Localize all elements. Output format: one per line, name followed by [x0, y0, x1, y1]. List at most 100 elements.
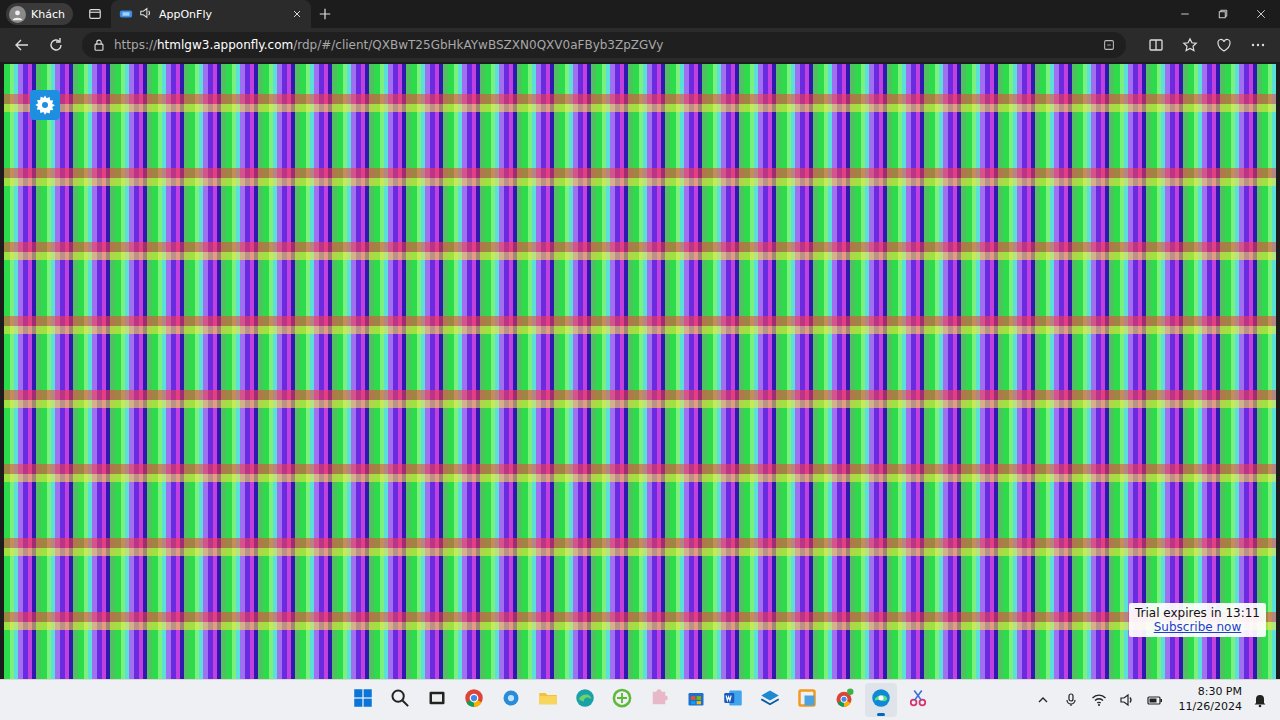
app-icon-holder: [501, 688, 521, 712]
clock[interactable]: 8:30 PM11/26/2024: [1179, 685, 1242, 715]
tab-actions-button[interactable]: [81, 2, 109, 26]
speaker-icon: [139, 6, 153, 20]
app-icon-holder: [649, 688, 669, 712]
audio-indicator[interactable]: [139, 6, 153, 23]
app-icon-holder: [834, 688, 854, 712]
battery-status[interactable]: [1145, 688, 1165, 712]
show-hidden-icons[interactable]: [1033, 688, 1053, 712]
refresh-button[interactable]: [42, 31, 70, 59]
split-screen-icon: [1148, 37, 1164, 53]
apponfly-favicon: [119, 7, 133, 21]
plus-icon: [318, 7, 332, 21]
green-app-icon: [612, 688, 632, 708]
taskbar-app[interactable]: [458, 683, 490, 717]
close-icon: [1255, 8, 1267, 20]
profile-name[interactable]: Khách: [31, 8, 65, 21]
heart-shield-icon: [1216, 37, 1232, 53]
microphone-indicator[interactable]: [1061, 688, 1081, 712]
app-icon-holder: [871, 688, 891, 712]
taskbar-app[interactable]: [643, 683, 675, 717]
close-icon[interactable]: [291, 8, 303, 20]
chrome-icon: [464, 688, 484, 708]
url-text[interactable]: https://htmlgw3.apponfly.com/rdp/#/clien…: [114, 38, 1094, 52]
app-icon-holder: [353, 688, 373, 712]
clock-time[interactable]: 8:30 PM: [1198, 685, 1242, 700]
restore-button[interactable]: [1204, 0, 1242, 28]
favorites-button[interactable]: [1176, 31, 1204, 59]
menu-button[interactable]: [1244, 31, 1272, 59]
address-field[interactable]: https://htmlgw3.apponfly.com/rdp/#/clien…: [82, 32, 1126, 58]
close-window-button[interactable]: [1242, 0, 1280, 28]
word-icon: [723, 688, 743, 708]
taskbar-app[interactable]: [421, 683, 453, 717]
system-tray: 8:30 PM11/26/2024: [960, 685, 1280, 715]
taskbar-app[interactable]: [791, 683, 823, 717]
remote-desktop-view[interactable]: Trial expires in 13:11Subscribe now: [4, 62, 1276, 679]
taskbar-app[interactable]: [902, 683, 934, 717]
edge-globe-icon: [575, 688, 595, 708]
taskbar-app[interactable]: [569, 683, 601, 717]
app-icon-holder: [760, 688, 780, 712]
puzzle-icon: [649, 688, 669, 708]
url-host[interactable]: htmlgw3.apponfly.com: [157, 38, 293, 52]
tab-title[interactable]: AppOnFly: [159, 8, 285, 21]
app-icon-holder: [686, 688, 706, 712]
taskbar-app[interactable]: [717, 683, 749, 717]
speaker-icon: [1119, 692, 1135, 708]
settings-button[interactable]: [30, 90, 60, 120]
taskbar-app[interactable]: [865, 683, 897, 717]
notifications-button[interactable]: [1250, 688, 1270, 712]
network-status[interactable]: [1089, 688, 1109, 712]
taskbar-app[interactable]: [384, 683, 416, 717]
app-icon-holder: [612, 688, 632, 712]
start-icon: [353, 688, 373, 708]
edge-icon: [871, 688, 891, 708]
volume-control[interactable]: [1117, 688, 1137, 712]
back-button[interactable]: [8, 31, 36, 59]
url-scheme[interactable]: https://: [114, 38, 157, 52]
browser-essentials-button[interactable]: [1210, 31, 1238, 59]
app-available-icon[interactable]: [1102, 38, 1116, 52]
taskbar-app[interactable]: [828, 683, 860, 717]
minimize-icon: [1179, 8, 1191, 20]
address-bar-row: https://htmlgw3.apponfly.com/rdp/#/clien…: [0, 28, 1280, 62]
search-icon: [390, 688, 410, 708]
store-icon: [686, 688, 706, 708]
battery-icon: [1147, 692, 1163, 708]
bell-icon: [1252, 692, 1268, 708]
taskbar-app[interactable]: [495, 683, 527, 717]
new-tab-button[interactable]: [311, 2, 339, 26]
split-screen-button[interactable]: [1142, 31, 1170, 59]
browser-tab[interactable]: AppOnFly: [111, 0, 311, 28]
profile-button[interactable]: Khách: [6, 3, 73, 25]
star-icon: [1182, 37, 1198, 53]
app-icon-holder: [797, 688, 817, 712]
app-icon-holder: [390, 688, 410, 712]
orange-app-icon: [797, 688, 817, 708]
blue-app-icon: [501, 688, 521, 708]
back-arrow-icon: [14, 37, 30, 53]
taskbar-app[interactable]: [347, 683, 379, 717]
trial-text: Trial expires in 13:11: [1135, 606, 1260, 620]
window-controls: [1166, 0, 1280, 28]
taskbar-app[interactable]: [754, 683, 786, 717]
taskbar-app[interactable]: [606, 683, 638, 717]
layers-icon: [760, 688, 780, 708]
microphone-icon: [1063, 692, 1079, 708]
taskbar-app[interactable]: [532, 683, 564, 717]
app-icon-holder: [723, 688, 743, 712]
taskbar-app[interactable]: [680, 683, 712, 717]
snipping-tool-icon: [908, 688, 928, 708]
clock-date[interactable]: 11/26/2024: [1179, 700, 1242, 715]
taskbar: 8:30 PM11/26/2024: [0, 679, 1280, 720]
restore-icon: [1217, 8, 1229, 20]
gear-icon: [34, 94, 56, 116]
url-path[interactable]: /rdp/#/client/QXBwT25GbHkAYwBSZXN0QXV0aF…: [293, 38, 663, 52]
subscribe-link[interactable]: Subscribe now: [1154, 620, 1242, 634]
app-icon-holder: [575, 688, 595, 712]
refresh-icon: [48, 37, 64, 53]
app-icon-holder: [464, 688, 484, 712]
person-icon: [11, 8, 24, 21]
minimize-button[interactable]: [1166, 0, 1204, 28]
avatar: [9, 6, 26, 23]
